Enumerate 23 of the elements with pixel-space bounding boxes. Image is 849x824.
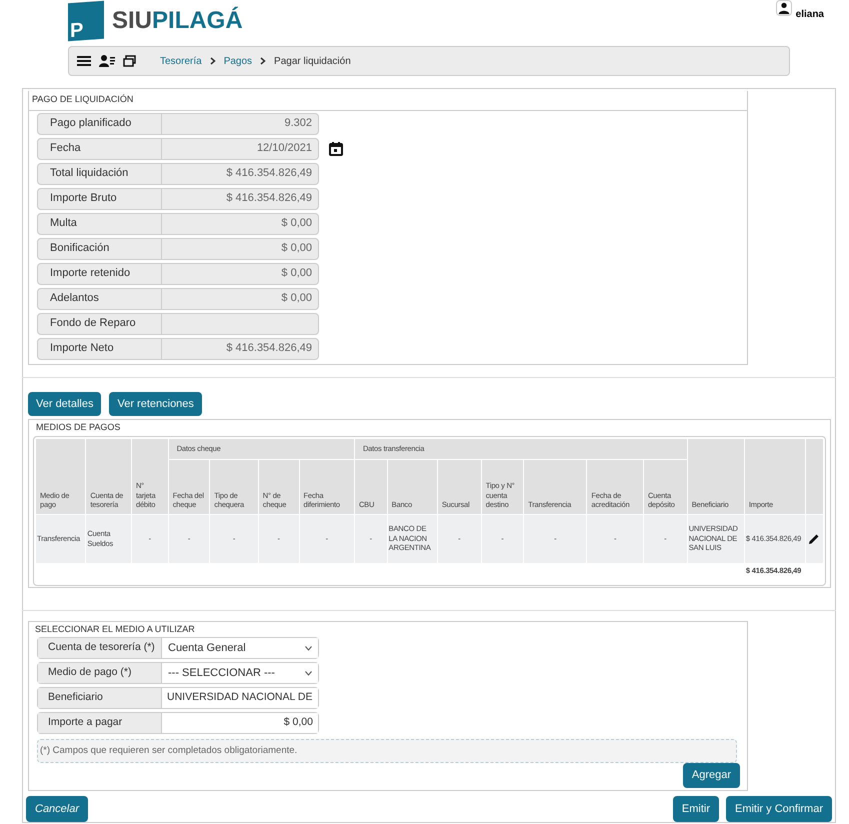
menu-icon[interactable]	[77, 55, 91, 67]
logo: P SIUPILAGÁ	[68, 2, 243, 40]
breadcrumb-current: Pagar liquidación	[274, 54, 351, 68]
user-icon[interactable]	[776, 0, 792, 16]
section-title: PAGO DE LIQUIDACIÓN	[32, 93, 134, 106]
cancel-button[interactable]: Cancelar	[26, 796, 88, 822]
section-title: MEDIOS DE PAGOS	[36, 421, 122, 434]
calendar-icon[interactable]	[329, 142, 343, 156]
section-title: SELECCIONAR EL MEDIO A UTILIZAR	[35, 622, 196, 636]
breadcrumb-link[interactable]: Pagos	[224, 54, 252, 68]
action-button[interactable]: Ver detalles	[28, 392, 102, 416]
edit-icon[interactable]	[808, 532, 820, 544]
chevron-icon	[260, 57, 266, 65]
breadcrumb-link[interactable]: Tesorería	[160, 54, 202, 68]
chevron-icon	[210, 57, 216, 65]
user-name[interactable]: eliana	[796, 7, 824, 22]
submit-button[interactable]: Emitir	[672, 796, 719, 822]
add-button[interactable]: Agregar	[682, 763, 740, 788]
windows-icon[interactable]	[123, 55, 136, 67]
submit-button[interactable]: Emitir y Confirmar	[726, 796, 832, 822]
contact-card-icon[interactable]	[99, 55, 115, 67]
action-button[interactable]: Ver retenciones	[109, 392, 202, 416]
required-note: (*) Campos que requieren ser completados obligatoriamente.	[37, 739, 737, 763]
